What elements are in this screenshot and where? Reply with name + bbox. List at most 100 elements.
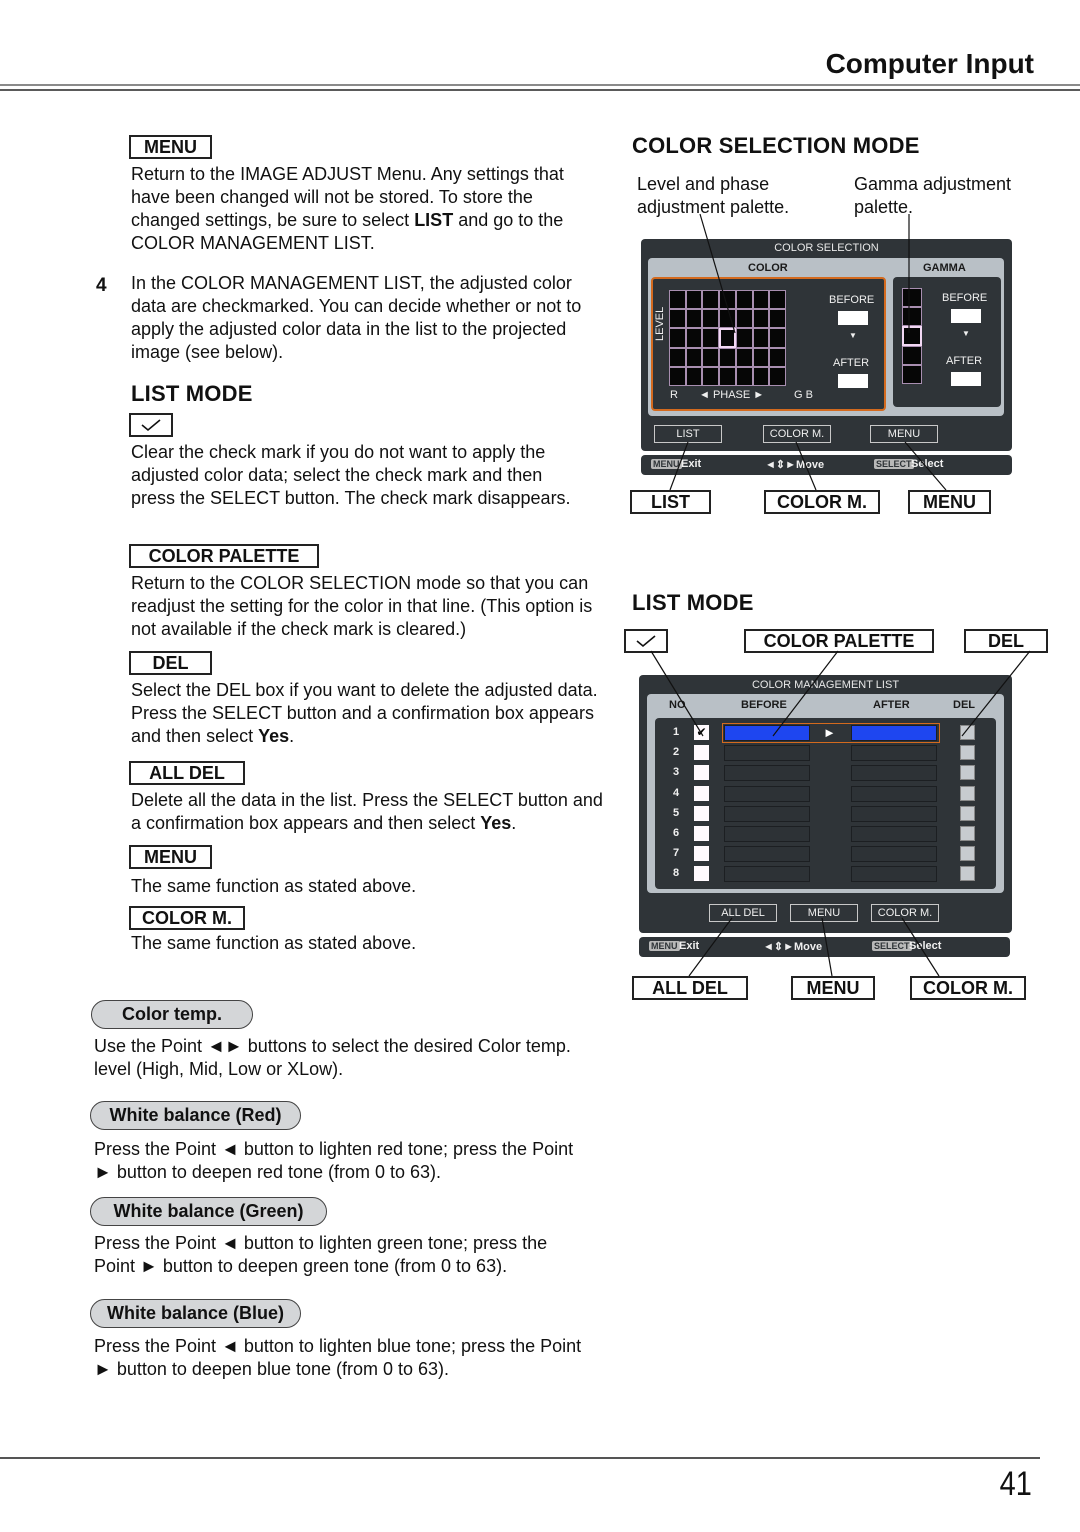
row-checkbox[interactable] — [694, 866, 709, 882]
list-row[interactable]: 4 — [655, 785, 996, 802]
nav-exit-label: Exit — [681, 458, 702, 470]
grid-cell[interactable] — [752, 347, 770, 367]
row-checkbox-checked[interactable]: ✔ — [694, 725, 709, 740]
row-del-box[interactable] — [960, 866, 975, 882]
grid-cell[interactable] — [685, 309, 703, 329]
grid-cell[interactable] — [735, 328, 753, 348]
phase-r-label: R — [670, 389, 678, 401]
list-row[interactable]: 6 — [655, 826, 996, 842]
grid-cell[interactable] — [752, 366, 770, 386]
grid-cell[interactable] — [669, 290, 686, 310]
grid-cell[interactable] — [769, 366, 786, 386]
row-number: 3 — [672, 766, 680, 779]
before-color-cell[interactable] — [724, 826, 810, 842]
osd-all-del-button[interactable]: ALL DEL — [709, 904, 777, 922]
list-row[interactable]: 5 — [655, 805, 996, 822]
after-color-cell[interactable] — [851, 826, 937, 842]
grid-cell[interactable] — [735, 366, 753, 386]
osd-menu-button-2[interactable]: MENU — [790, 904, 858, 922]
setting-wb-blue-desc: Press the Point ◄ button to lighten blue… — [94, 1336, 582, 1379]
before-color-cell[interactable] — [724, 745, 810, 762]
before-color-cell[interactable] — [724, 846, 810, 863]
after-color-cell[interactable] — [851, 765, 937, 782]
after-color-cell[interactable] — [851, 866, 937, 883]
row-del-box[interactable] — [960, 725, 975, 740]
menu-button-icon: MENU — [651, 459, 682, 469]
gamma-cell[interactable] — [902, 307, 922, 327]
row-del-box[interactable] — [960, 765, 975, 781]
row-del-box[interactable] — [960, 745, 975, 761]
grid-cell[interactable] — [669, 328, 686, 348]
gamma-cell-selected[interactable] — [902, 326, 922, 346]
row-checkbox[interactable] — [694, 745, 709, 761]
row-del-box[interactable] — [960, 826, 975, 841]
grid-cell-selected[interactable] — [719, 328, 736, 348]
setting-wb-blue-label: White balance (Blue) — [90, 1299, 301, 1328]
grid-cell[interactable] — [752, 290, 770, 310]
grid-cell[interactable] — [702, 309, 720, 329]
row-del-box[interactable] — [960, 805, 975, 821]
row-checkbox[interactable] — [694, 826, 709, 841]
gamma-cell[interactable] — [902, 288, 922, 308]
nav-select-label: Select — [911, 458, 944, 470]
level-phase-grid[interactable] — [669, 290, 786, 386]
after-color-cell[interactable] — [851, 805, 937, 822]
osd-list-button[interactable]: LIST — [654, 425, 722, 443]
list-row[interactable]: 2 — [655, 745, 996, 762]
grid-cell[interactable] — [719, 309, 736, 329]
osd-list-panel: NO BEFORE AFTER DEL 1 ✔ ► 2 3 4 5 6 7 8 — [647, 694, 1004, 893]
row-checkbox[interactable] — [694, 765, 709, 781]
grid-cell[interactable] — [719, 366, 736, 386]
row-del-box[interactable] — [960, 785, 975, 801]
after-color-cell[interactable] — [851, 785, 937, 802]
gamma-cell[interactable] — [902, 364, 922, 384]
after-color-cell[interactable] — [851, 846, 937, 863]
grid-cell[interactable] — [669, 347, 686, 367]
list-row[interactable]: 3 — [655, 765, 996, 782]
osd-color-m-button[interactable]: COLOR M. — [763, 425, 831, 443]
grid-cell[interactable] — [719, 347, 736, 367]
grid-cell[interactable] — [685, 328, 703, 348]
gamma-grid[interactable] — [902, 288, 922, 384]
grid-cell[interactable] — [685, 347, 703, 367]
grid-cell[interactable] — [735, 309, 753, 329]
grid-cell[interactable] — [702, 290, 720, 310]
checkmark-description: Clear the check mark if you do not want … — [131, 442, 571, 508]
grid-cell[interactable] — [702, 347, 720, 367]
row-number: 2 — [672, 746, 680, 759]
grid-cell[interactable] — [669, 366, 686, 386]
grid-cell[interactable] — [752, 328, 770, 348]
grid-cell[interactable] — [719, 290, 736, 310]
all-del-key-right: ALL DEL — [632, 976, 748, 1000]
list-row[interactable]: 1 ✔ ► — [655, 723, 996, 743]
row-del-box[interactable] — [960, 846, 975, 862]
before-color-cell[interactable] — [724, 785, 810, 802]
list-row[interactable]: 8 — [655, 866, 996, 883]
row-checkbox[interactable] — [694, 805, 709, 821]
grid-cell[interactable] — [735, 290, 753, 310]
grid-cell[interactable] — [769, 290, 786, 310]
before-color-cell[interactable] — [724, 765, 810, 782]
checkmark-key — [129, 413, 173, 437]
grid-cell[interactable] — [702, 366, 720, 386]
gamma-cell[interactable] — [902, 345, 922, 365]
grid-cell[interactable] — [685, 290, 703, 310]
list-row[interactable]: 7 — [655, 846, 996, 863]
grid-cell[interactable] — [769, 347, 786, 367]
grid-cell[interactable] — [735, 347, 753, 367]
grid-cell[interactable] — [769, 309, 786, 329]
grid-cell[interactable] — [752, 309, 770, 329]
col-no-header: NO — [669, 699, 686, 711]
before-color-cell[interactable] — [724, 805, 810, 822]
after-color-cell[interactable] — [851, 745, 937, 762]
grid-cell[interactable] — [702, 328, 720, 348]
osd-menu-button[interactable]: MENU — [870, 425, 938, 443]
grid-cell[interactable] — [769, 328, 786, 348]
row-checkbox[interactable] — [694, 846, 709, 862]
osd-color-m-button-2[interactable]: COLOR M. — [871, 904, 939, 922]
row-checkbox[interactable] — [694, 785, 709, 801]
grid-cell[interactable] — [685, 366, 703, 386]
phase-gb-label: G B — [794, 389, 813, 401]
before-color-cell[interactable] — [724, 866, 810, 883]
grid-cell[interactable] — [669, 309, 686, 329]
